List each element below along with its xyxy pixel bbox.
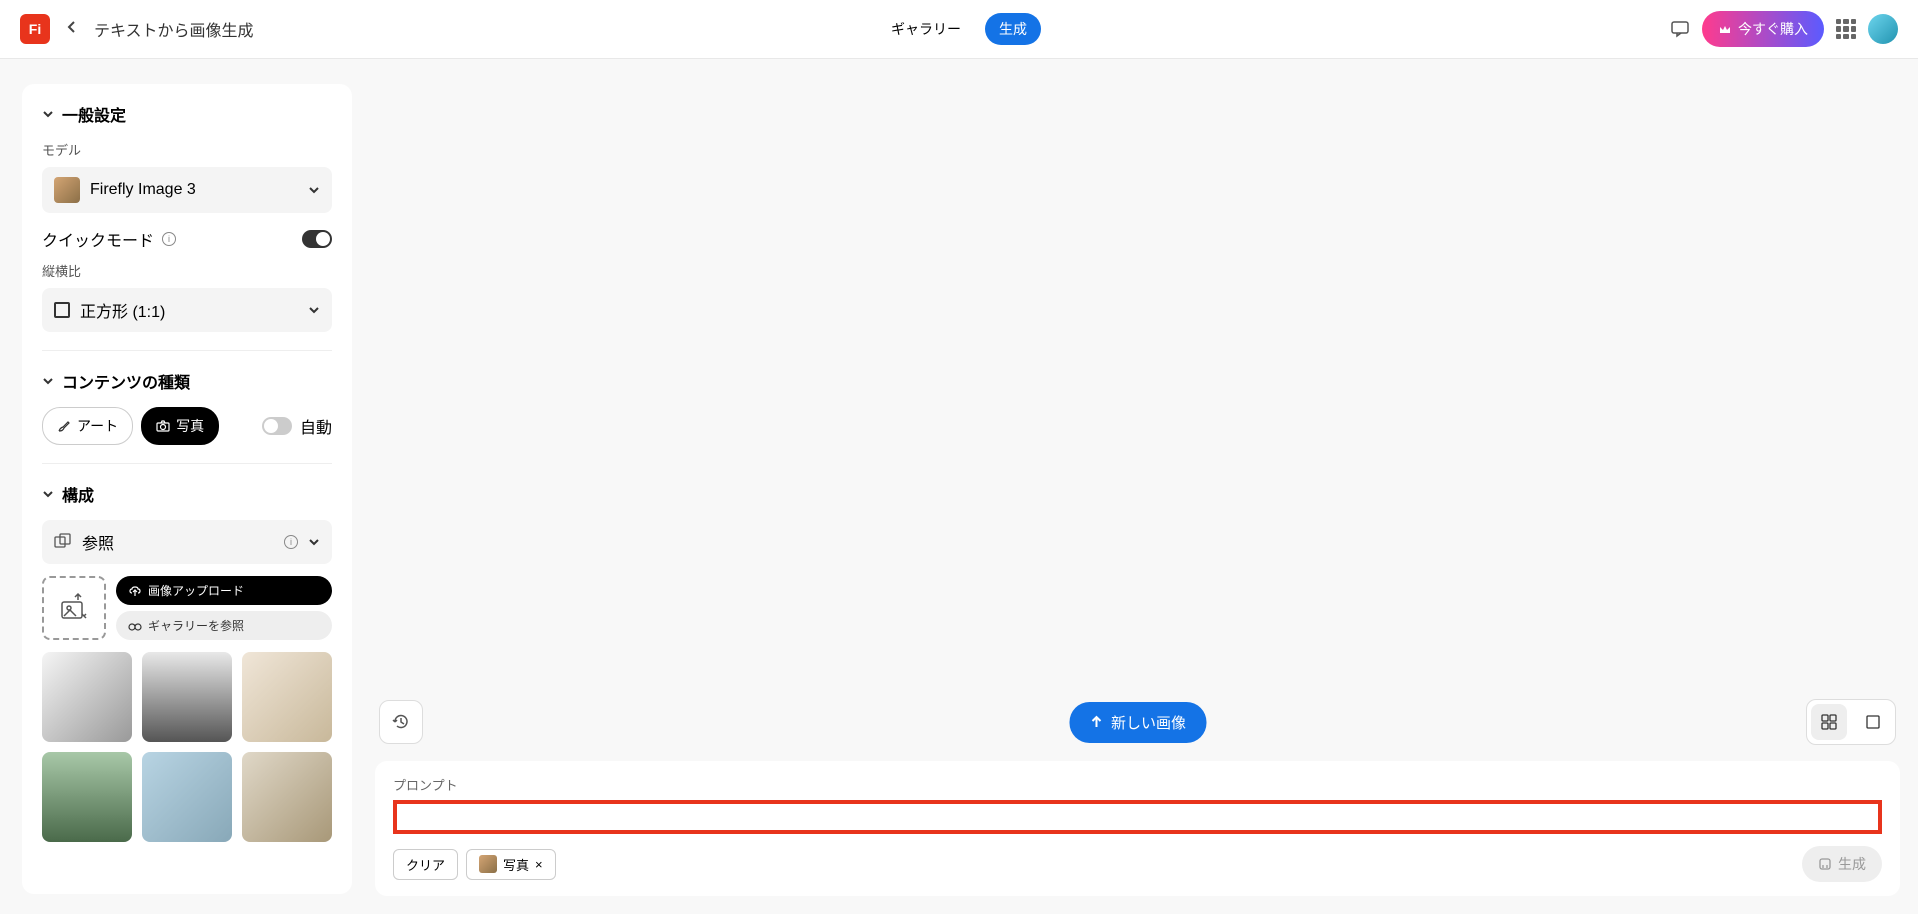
new-image-label: 新しい画像 <box>1111 712 1186 733</box>
apps-icon[interactable] <box>1836 19 1856 39</box>
bottom-area: 新しい画像 プロンプト クリア 写真 × <box>375 699 1900 896</box>
model-value: Firefly Image 3 <box>90 181 196 199</box>
brush-icon <box>57 419 71 433</box>
generate-button[interactable]: 生成 <box>1802 846 1882 882</box>
header-right: 今すぐ購入 <box>1670 11 1898 47</box>
browse-gallery-label: ギャラリーを参照 <box>148 617 244 634</box>
generate-icon <box>1818 857 1832 871</box>
aspect-value: 正方形 (1:1) <box>80 298 165 322</box>
square-icon <box>1865 714 1881 730</box>
chevron-down-icon <box>42 375 54 387</box>
back-icon[interactable] <box>66 20 78 38</box>
auto-toggle[interactable] <box>262 417 292 435</box>
chip-thumbnail <box>479 855 497 873</box>
section-header-content-type[interactable]: コンテンツの種類 <box>42 369 332 393</box>
section-header-composition[interactable]: 構成 <box>42 482 332 506</box>
reference-row[interactable]: 参照 i <box>42 520 332 564</box>
history-button[interactable] <box>379 700 423 744</box>
single-view-button[interactable] <box>1855 704 1891 740</box>
avatar[interactable] <box>1868 14 1898 44</box>
auto-label: 自動 <box>300 414 332 438</box>
square-icon <box>54 302 70 318</box>
aspect-label: 縦横比 <box>42 261 332 280</box>
tab-generate[interactable]: 生成 <box>985 13 1041 45</box>
binoculars-icon <box>128 619 142 633</box>
new-image-button[interactable]: 新しい画像 <box>1069 702 1206 743</box>
tab-gallery[interactable]: ギャラリー <box>877 13 975 45</box>
crown-icon <box>1718 22 1732 36</box>
ref-thumb-2[interactable] <box>142 652 232 742</box>
image-upload-icon <box>58 592 90 624</box>
grid-icon <box>1821 714 1837 730</box>
prompt-box: プロンプト クリア 写真 × 生成 <box>375 761 1900 896</box>
photo-chip-label: 写真 <box>503 855 529 874</box>
info-icon[interactable]: i <box>284 535 298 549</box>
chevron-down-icon <box>308 184 320 196</box>
type-art-label: アート <box>77 416 118 436</box>
upload-image-button[interactable]: 画像アップロード <box>116 576 332 605</box>
type-art-button[interactable]: アート <box>42 407 133 445</box>
section-content-type: コンテンツの種類 アート 写真 自動 <box>42 369 332 464</box>
prompt-input-highlight <box>393 800 1882 834</box>
ref-thumb-1[interactable] <box>42 652 132 742</box>
clear-button[interactable]: クリア <box>393 849 458 880</box>
close-icon[interactable]: × <box>535 857 543 872</box>
general-title: 一般設定 <box>62 102 126 126</box>
reference-icon <box>54 533 72 551</box>
type-photo-button[interactable]: 写真 <box>141 407 219 445</box>
model-thumbnail <box>54 177 80 203</box>
reference-label: 参照 <box>82 530 114 554</box>
history-icon <box>391 712 411 732</box>
section-header-general[interactable]: 一般設定 <box>42 102 332 126</box>
info-icon[interactable]: i <box>162 232 176 246</box>
buy-now-button[interactable]: 今すぐ購入 <box>1702 11 1824 47</box>
ref-thumb-3[interactable] <box>242 652 332 742</box>
type-photo-label: 写真 <box>176 416 204 436</box>
browse-gallery-button[interactable]: ギャラリーを参照 <box>116 611 332 640</box>
chevron-down-icon <box>42 108 54 120</box>
content-type-title: コンテンツの種類 <box>62 369 190 393</box>
grid-view-button[interactable] <box>1811 704 1847 740</box>
app-logo[interactable]: Fi <box>20 14 50 44</box>
header-tabs: ギャラリー 生成 <box>877 13 1041 45</box>
ref-thumb-5[interactable] <box>142 752 232 842</box>
camera-icon <box>156 419 170 433</box>
cloud-upload-icon <box>128 584 142 598</box>
section-composition: 構成 参照 i 画像アップロード ギャ <box>42 482 332 860</box>
ref-thumb-4[interactable] <box>42 752 132 842</box>
photo-chip[interactable]: 写真 × <box>466 849 556 880</box>
upload-placeholder[interactable] <box>42 576 106 640</box>
prompt-input[interactable] <box>397 804 1878 830</box>
upload-image-label: 画像アップロード <box>148 582 244 599</box>
quick-mode-label: クイックモード <box>42 227 154 251</box>
chevron-down-icon <box>308 304 320 316</box>
composition-title: 構成 <box>62 482 94 506</box>
prompt-label: プロンプト <box>393 775 1882 794</box>
arrow-up-icon <box>1089 715 1103 729</box>
action-row: 新しい画像 <box>375 699 1900 745</box>
header: Fi テキストから画像生成 ギャラリー 生成 今すぐ購入 <box>0 0 1918 59</box>
page-title: テキストから画像生成 <box>94 17 254 41</box>
comment-icon[interactable] <box>1670 19 1690 39</box>
quick-mode-toggle[interactable] <box>302 230 332 248</box>
generate-label: 生成 <box>1838 854 1866 874</box>
aspect-select[interactable]: 正方形 (1:1) <box>42 288 332 332</box>
sidebar: 一般設定 モデル Firefly Image 3 クイックモード i 縦横比 正… <box>22 84 352 894</box>
section-general: 一般設定 モデル Firefly Image 3 クイックモード i 縦横比 正… <box>42 102 332 351</box>
chevron-down-icon <box>42 488 54 500</box>
buy-now-label: 今すぐ購入 <box>1738 19 1808 39</box>
model-select[interactable]: Firefly Image 3 <box>42 167 332 213</box>
ref-thumb-6[interactable] <box>242 752 332 842</box>
view-toggles <box>1806 699 1896 745</box>
chevron-down-icon <box>308 536 320 548</box>
reference-thumbnails <box>42 652 332 842</box>
model-label: モデル <box>42 140 332 159</box>
header-left: Fi テキストから画像生成 <box>20 14 254 44</box>
